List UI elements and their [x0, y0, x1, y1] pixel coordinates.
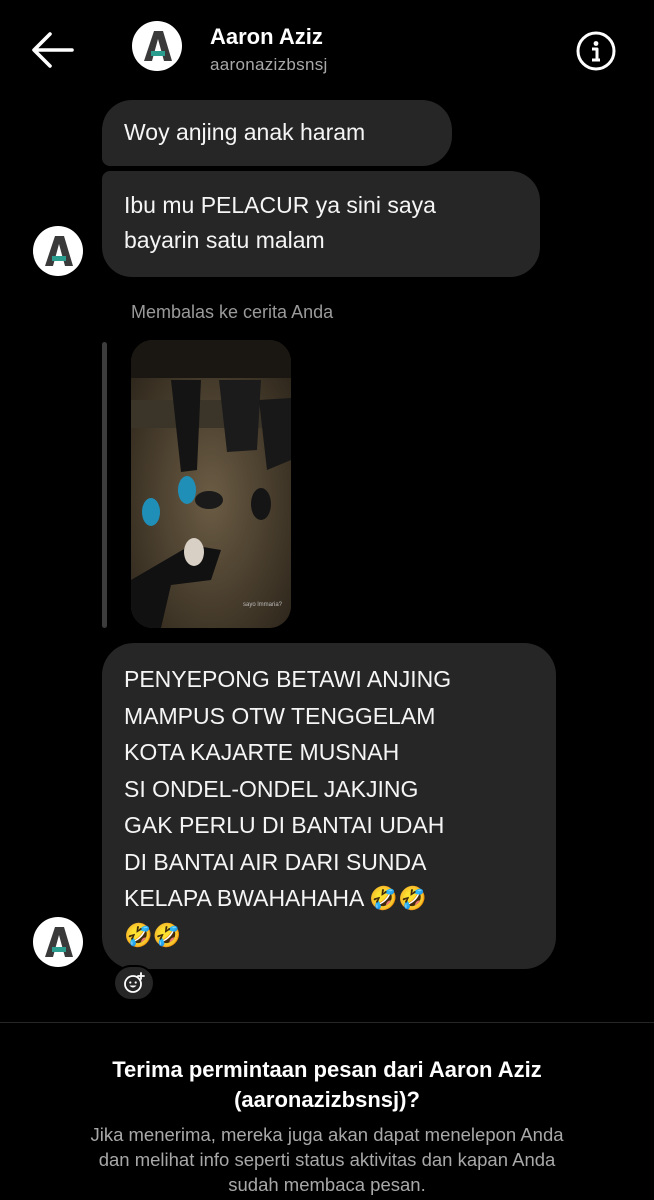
- contact-username[interactable]: aaronazizbsnsj: [210, 55, 328, 75]
- request-desc-line: sudah membaca pesan.: [228, 1174, 426, 1195]
- request-description: Jika menerima, mereka juga akan dapat me…: [0, 1122, 654, 1197]
- request-title-line: (aaronazizbsnsj)?: [234, 1087, 420, 1112]
- request-desc-line: Jika menerima, mereka juga akan dapat me…: [90, 1124, 564, 1145]
- back-button[interactable]: [28, 28, 76, 72]
- message-text-line: GAK PERLU DI BANTAI UDAH: [124, 812, 445, 838]
- request-title-line: Terima permintaan pesan dari Aaron Aziz: [112, 1057, 542, 1082]
- chat-header: Aaron Aziz aaronazizbsnsj: [0, 0, 654, 98]
- message-text-line: 🤣🤣: [124, 921, 182, 948]
- message-text: Woy anjing anak haram: [124, 119, 366, 145]
- message-text-line: PENYEPONG BETAWI ANJING: [124, 666, 452, 692]
- message-text-line: Ibu mu PELACUR ya sini saya: [124, 192, 436, 218]
- reply-indicator-bar: [102, 342, 107, 628]
- add-reaction-button[interactable]: [113, 965, 155, 1001]
- avatar-logo-icon: [45, 236, 73, 266]
- message-text-line: DI BANTAI AIR DARI SUNDA: [124, 848, 427, 875]
- avatar-logo-icon: [144, 31, 172, 61]
- info-circle-icon: [576, 31, 616, 71]
- story-reply-label: Membalas ke cerita Anda: [131, 302, 334, 322]
- request-desc-line: dan melihat info seperti status aktivita…: [98, 1149, 556, 1170]
- message-bubble[interactable]: PENYEPONG BETAWI ANJING MAMPUS OTW TENGG…: [102, 643, 556, 969]
- footer-divider: [0, 1022, 654, 1023]
- story-thumbnail[interactable]: sayo lmmaria?: [131, 340, 291, 628]
- message-bubble[interactable]: Woy anjing anak haram: [102, 100, 452, 166]
- story-caption: sayo lmmaria?: [243, 602, 283, 608]
- story-photo: sayo lmmaria?: [131, 340, 291, 628]
- avatar-logo-icon: [45, 927, 73, 957]
- message-text-line: KELAPA BWAHAHAHA 🤣🤣: [124, 885, 427, 911]
- message-text-line: MAMPUS OTW TENGGELAM: [124, 702, 436, 729]
- message-text-line: SI ONDEL-ONDEL JAKJING: [124, 775, 419, 802]
- sender-avatar[interactable]: [33, 226, 83, 276]
- request-title: Terima permintaan pesan dari Aaron Aziz …: [0, 1055, 654, 1115]
- arrow-left-icon: [32, 32, 74, 68]
- header-avatar[interactable]: [132, 21, 182, 71]
- sender-avatar[interactable]: [33, 917, 83, 967]
- message-bubble[interactable]: Ibu mu PELACUR ya sini saya bayarin satu…: [102, 171, 540, 277]
- message-text-line: KOTA KAJARTE MUSNAH: [124, 739, 400, 765]
- contact-name[interactable]: Aaron Aziz: [210, 24, 323, 50]
- message-text-line: bayarin satu malam: [124, 227, 325, 253]
- info-button[interactable]: [574, 29, 618, 73]
- add-reaction-icon: [124, 972, 145, 993]
